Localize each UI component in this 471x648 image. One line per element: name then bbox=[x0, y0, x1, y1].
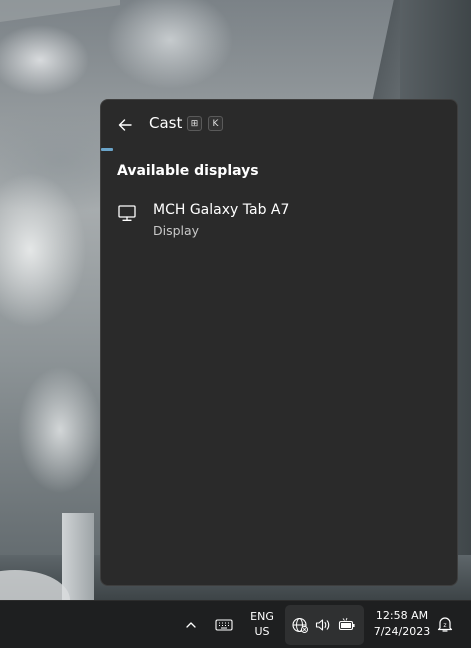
language-code: ENG bbox=[250, 610, 274, 623]
k-key-badge: K bbox=[208, 116, 223, 131]
progress-indicator bbox=[101, 148, 113, 151]
keyboard-layout: US bbox=[254, 625, 270, 638]
available-displays-heading: Available displays bbox=[117, 163, 259, 179]
cast-flyout: Cast ⊞ K Available displays MCH Galaxy T… bbox=[100, 99, 458, 586]
notification-bell-icon[interactable]: z bbox=[434, 613, 456, 635]
device-name: MCH Galaxy Tab A7 bbox=[153, 202, 290, 218]
volume-icon bbox=[315, 619, 330, 631]
device-type: Display bbox=[153, 223, 200, 238]
back-arrow-icon bbox=[118, 119, 132, 131]
chevron-up-icon bbox=[186, 622, 196, 628]
battery-icon bbox=[338, 617, 355, 631]
quick-settings-button[interactable] bbox=[285, 605, 364, 645]
network-globe-icon bbox=[292, 617, 308, 633]
svg-text:z: z bbox=[443, 622, 446, 629]
show-hidden-icons-button[interactable] bbox=[180, 615, 202, 635]
clock-time: 12:58 AM bbox=[375, 609, 429, 622]
wallpaper-pillar bbox=[62, 513, 94, 600]
taskbar: ENG US 12:58 AM 7/24/2023 z bbox=[0, 600, 471, 648]
clock-date: 7/24/2023 bbox=[373, 625, 431, 638]
input-language-indicator[interactable]: ENG US bbox=[244, 609, 280, 643]
back-button[interactable] bbox=[113, 113, 137, 137]
cast-header: Cast ⊞ K bbox=[101, 100, 457, 148]
monitor-icon bbox=[118, 205, 136, 221]
device-item[interactable]: MCH Galaxy Tab A7 Display bbox=[107, 195, 453, 245]
cast-title: Cast bbox=[149, 114, 183, 132]
clock-button[interactable]: 12:58 AM 7/24/2023 bbox=[366, 608, 438, 640]
wallpaper-beam bbox=[0, 0, 120, 22]
touch-keyboard-button[interactable] bbox=[212, 615, 236, 635]
touch-keyboard-icon bbox=[215, 619, 233, 631]
windows-key-icon: ⊞ bbox=[187, 116, 202, 131]
